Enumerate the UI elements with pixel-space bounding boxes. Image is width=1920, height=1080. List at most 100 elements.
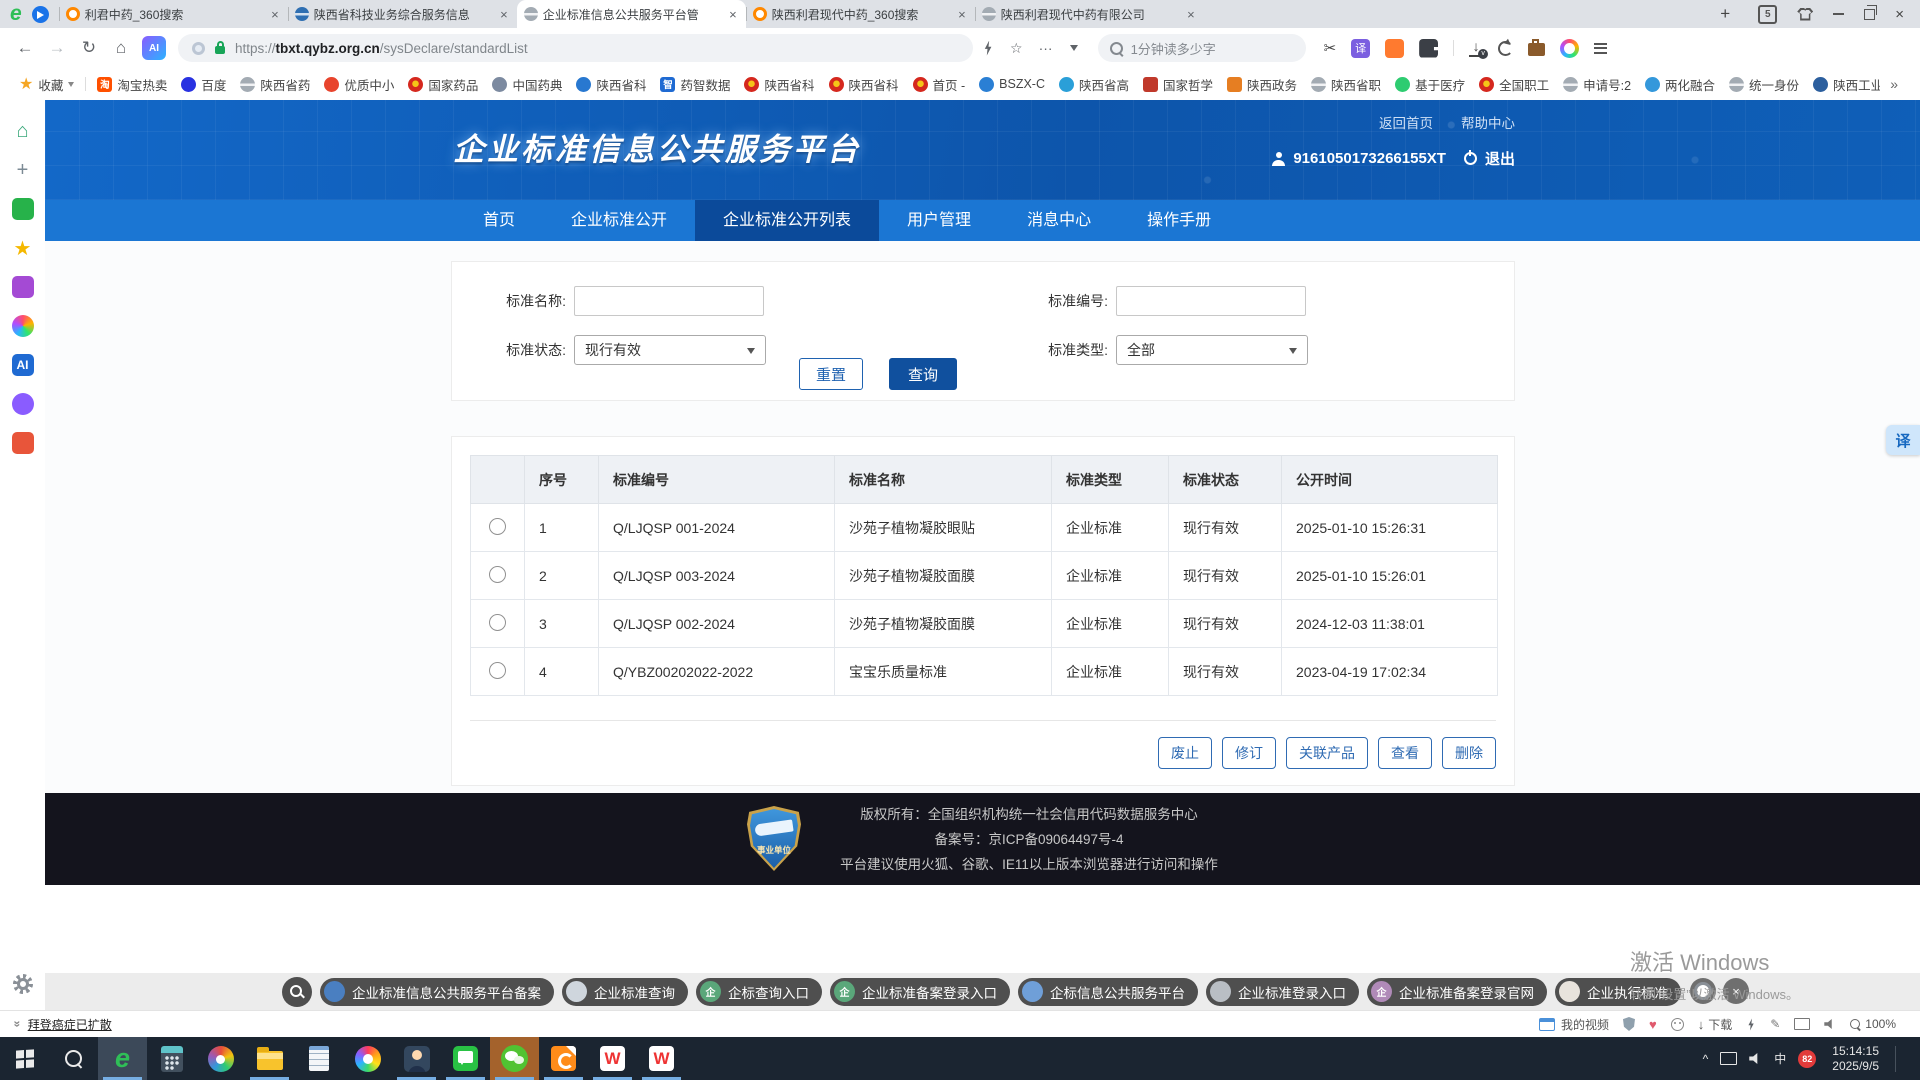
bookmark-item[interactable]: 陕西工业: [1806, 73, 1880, 95]
row-radio[interactable]: [489, 614, 506, 631]
bookmark-item[interactable]: 优质中小: [317, 73, 401, 95]
nav-item[interactable]: 企业标准公开: [543, 200, 695, 241]
bookmark-item[interactable]: 首页 -: [906, 73, 973, 95]
scissors-icon[interactable]: ✂: [1324, 39, 1337, 57]
strip-close-icon[interactable]: ×: [1723, 978, 1749, 1004]
browser-tab[interactable]: 利君中药_360搜索×: [59, 0, 288, 28]
tray-ime-indicator[interactable]: 中: [1774, 1050, 1786, 1067]
taskbar-app-explorer[interactable]: [245, 1037, 294, 1080]
tray-expand-caret[interactable]: ^: [1703, 1052, 1709, 1066]
icp-line[interactable]: 备案号：京ICP备09064497号-4: [679, 827, 1379, 852]
tab-count-badge[interactable]: 5: [1758, 5, 1777, 24]
shortcut-pill[interactable]: 企业标准查询: [562, 978, 688, 1006]
home-icon[interactable]: ⌂: [12, 120, 34, 142]
logout-link[interactable]: 退出: [1485, 148, 1515, 169]
taskbar-app-paint[interactable]: [196, 1037, 245, 1080]
browser-tab[interactable]: 企业标准信息公共服务平台管×: [517, 0, 746, 28]
shortcut-pill[interactable]: 企企标查询入口: [696, 978, 822, 1006]
bookmark-item[interactable]: 国家哲学: [1136, 73, 1220, 95]
tray-display-icon[interactable]: [1720, 1052, 1737, 1065]
zoom-control[interactable]: 100%: [1850, 1017, 1896, 1031]
bookmark-item[interactable]: 中国药典: [485, 73, 569, 95]
reset-button[interactable]: 重置: [799, 358, 863, 390]
address-bar[interactable]: https://tbxt.qybz.org.cn/sysDeclare/stan…: [178, 34, 973, 62]
bookmark-item[interactable]: 智药智数据: [653, 73, 737, 95]
row-radio[interactable]: [489, 662, 506, 679]
speed-icon[interactable]: [1747, 1018, 1755, 1030]
action-button[interactable]: 修订: [1222, 737, 1276, 769]
taskbar-app-contacts[interactable]: [392, 1037, 441, 1080]
strip-settings-icon[interactable]: [1690, 978, 1716, 1004]
tray-battery-badge[interactable]: 82: [1798, 1050, 1816, 1068]
settings-gear-icon[interactable]: [13, 974, 33, 994]
bookmark-item[interactable]: 陕西省科: [737, 73, 821, 95]
bookmark-item[interactable]: 陕西省药: [233, 73, 317, 95]
taskbar-app-messenger[interactable]: [441, 1037, 490, 1080]
minimize-button[interactable]: [1833, 13, 1844, 15]
download-manager-button[interactable]: ↓ 下载: [1698, 1016, 1733, 1033]
more-options-icon[interactable]: ···: [1032, 40, 1060, 56]
extensions-puzzle-icon[interactable]: [1419, 39, 1438, 58]
shortcut-pill[interactable]: 企业标准登录入口: [1206, 978, 1359, 1006]
nav-item[interactable]: 企业标准公开列表: [695, 200, 879, 241]
standard-name-input[interactable]: [574, 286, 764, 316]
show-desktop-button[interactable]: [1912, 1037, 1920, 1080]
browser-tab[interactable]: 陕西利君现代中药_360搜索×: [746, 0, 975, 28]
new-tab-button[interactable]: +: [1708, 0, 1742, 28]
tab-close-icon[interactable]: ×: [1185, 7, 1197, 22]
feedback-face-icon[interactable]: [1671, 1018, 1684, 1031]
taskbar-app-wps-office-1[interactable]: W: [588, 1037, 637, 1080]
menu-icon[interactable]: [1594, 43, 1607, 54]
bookmark-item[interactable]: 淘淘宝热卖: [90, 73, 174, 95]
nav-item[interactable]: 操作手册: [1119, 200, 1239, 241]
tray-clock[interactable]: 15:14:15 2025/9/5: [1832, 1044, 1879, 1074]
action-button[interactable]: 查看: [1378, 737, 1432, 769]
tab-close-icon[interactable]: ×: [498, 7, 510, 22]
add-icon[interactable]: +: [12, 159, 34, 181]
ai-assistant-icon[interactable]: AI: [142, 36, 166, 60]
tab-close-icon[interactable]: ×: [727, 7, 739, 22]
help-center-link[interactable]: 帮助中心: [1461, 112, 1515, 132]
bookmarks-overflow-icon[interactable]: »: [1880, 76, 1908, 92]
standard-code-input[interactable]: [1116, 286, 1306, 316]
browser-tab[interactable]: 陕西省科技业务综合服务信息×: [288, 0, 517, 28]
taskbar-app-browser-360[interactable]: e: [98, 1037, 147, 1080]
bookmark-item[interactable]: 陕西省科: [822, 73, 906, 95]
site-safety-icon[interactable]: [192, 42, 205, 55]
tab-close-icon[interactable]: ×: [956, 7, 968, 22]
my-video-button[interactable]: 我的视频: [1539, 1016, 1609, 1033]
shortcut-pill[interactable]: 企标信息公共服务平台: [1018, 978, 1198, 1006]
send-icon[interactable]: [32, 6, 49, 23]
start-button[interactable]: [0, 1037, 49, 1080]
action-button[interactable]: 删除: [1442, 737, 1496, 769]
bookmark-item[interactable]: 国家药品: [401, 73, 485, 95]
home-icon[interactable]: ⌂: [106, 38, 136, 58]
shortcut-pill[interactable]: 企企业标准备案登录入口: [830, 978, 1010, 1006]
bookmark-item[interactable]: 陕西政务: [1220, 73, 1304, 95]
translate-side-tab[interactable]: 译: [1886, 425, 1920, 455]
bookmark-item[interactable]: 申请号:2: [1556, 73, 1638, 95]
taskbar-app-wechat[interactable]: [490, 1037, 539, 1080]
browser-360-logo-icon[interactable]: e: [10, 0, 22, 28]
row-radio[interactable]: [489, 518, 506, 535]
plugin-purple-icon[interactable]: [12, 393, 34, 415]
forward-icon[interactable]: →: [42, 38, 72, 58]
taskbar-app-notepad[interactable]: [294, 1037, 343, 1080]
favorites-star-icon[interactable]: ★: [12, 237, 34, 259]
shortcut-pill[interactable]: 企企业标准备案登录官网: [1367, 978, 1547, 1006]
bookmark-item[interactable]: 百度: [174, 73, 233, 95]
undo-icon[interactable]: [1498, 41, 1513, 56]
dropdown-caret-icon[interactable]: [1070, 45, 1078, 55]
taskbar-app-pdf-reader[interactable]: [539, 1037, 588, 1080]
action-button[interactable]: 废止: [1158, 737, 1212, 769]
search-box[interactable]: 1分钟读多少字: [1098, 34, 1306, 62]
refresh-icon[interactable]: ↻: [74, 38, 104, 58]
back-icon[interactable]: ←: [10, 38, 40, 58]
bookmark-item[interactable]: 全国职工: [1472, 73, 1556, 95]
bookmark-item[interactable]: 陕西省科: [569, 73, 653, 95]
restore-button[interactable]: [1864, 9, 1875, 20]
shortcut-pill[interactable]: 企业标准信息公共服务平台备案: [320, 978, 554, 1006]
bookmark-item[interactable]: 陕西省职: [1304, 73, 1388, 95]
bookmark-item[interactable]: 两化融合: [1638, 73, 1722, 95]
nav-item[interactable]: 消息中心: [999, 200, 1119, 241]
